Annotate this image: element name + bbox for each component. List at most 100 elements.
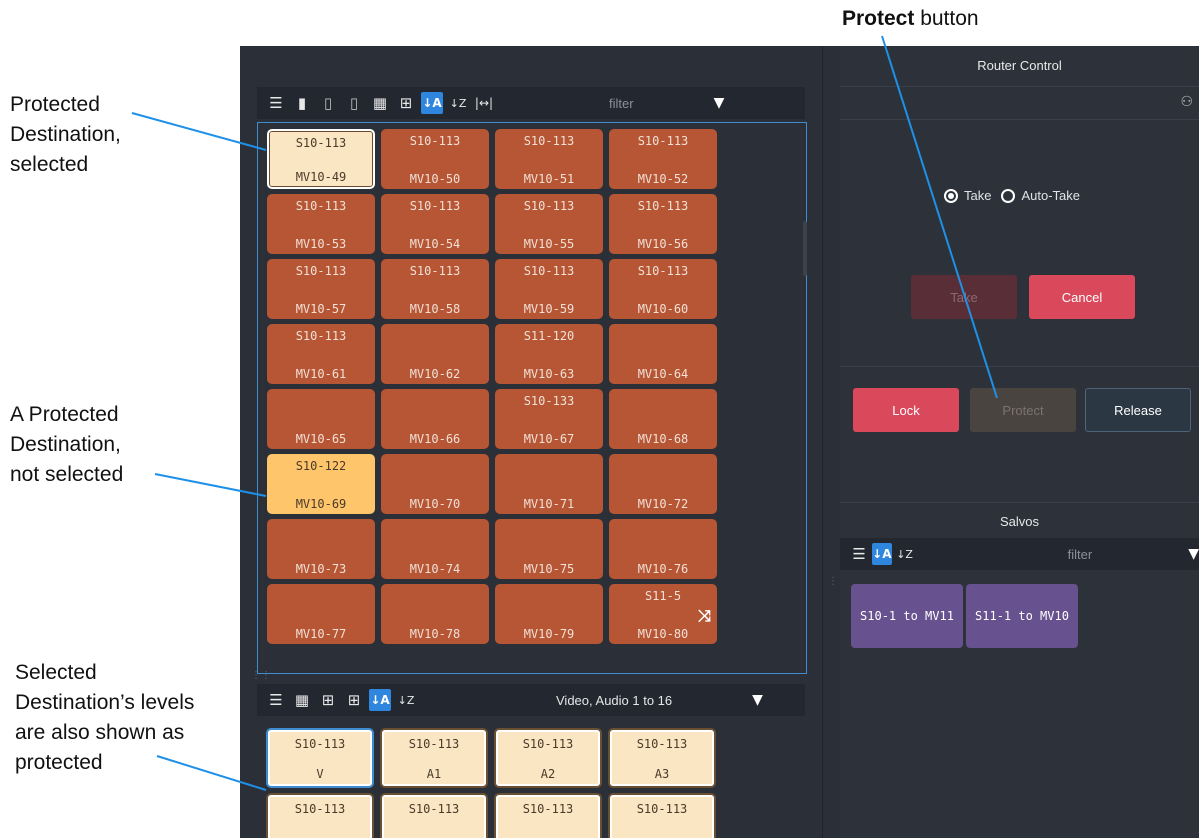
destination-name-label: MV10-59 [523,302,575,316]
level-tile[interactable]: S10-113 A3 [608,728,716,788]
destination-tile[interactable]: S10-133 MV10-67 [495,389,603,449]
destination-tile[interactable]: S10-113 MV10-51 [495,129,603,189]
destination-tile[interactable]: MV10-77 [267,584,375,644]
large-tiles-icon[interactable]: ▦ [369,92,391,114]
destination-tile[interactable]: MV10-62 [381,324,489,384]
release-button[interactable]: Release [1085,388,1191,432]
list-view-icon[interactable]: ☰ [265,92,287,114]
grid-tiles-icon[interactable]: ⊞ [343,689,365,711]
sort-a-z-icon[interactable]: ↓A [369,689,391,711]
destination-tile[interactable]: MV10-79 [495,584,603,644]
destination-tile[interactable]: S11-5 MV10-80 ⤨ [609,584,717,644]
destination-tile[interactable]: MV10-76 [609,519,717,579]
list-view-icon[interactable]: ☰ [265,689,287,711]
destination-tile[interactable]: S10-113 MV10-52 [609,129,717,189]
levels-filter-text[interactable]: Video, Audio 1 to 16 [556,693,672,708]
lock-button[interactable]: Lock [853,388,959,432]
protect-button[interactable]: Protect [970,388,1076,432]
destinations-filter-input[interactable]: filter [609,96,634,111]
filter-icon[interactable]: ▼ [752,692,763,708]
destination-tile[interactable]: MV10-68 [609,389,717,449]
destination-name-label: MV10-72 [637,497,689,511]
take-button[interactable]: Take [911,275,1017,319]
clipboard-info-icon[interactable]: ▯ [343,92,365,114]
panel-separator[interactable]: ⋮ [822,46,842,838]
fit-width-icon[interactable]: |↔| [473,92,495,114]
destination-tile[interactable]: S10-113 MV10-50 [381,129,489,189]
document-icon[interactable]: ▮ [291,92,313,114]
salvo-button[interactable]: S10-1 to MV11 [851,584,963,648]
destination-tile[interactable]: S10-113 MV10-61 [267,324,375,384]
sort-a-z-icon[interactable]: ↓A [421,92,443,114]
take-radio-label[interactable]: Take [964,188,991,203]
salvo-button[interactable]: S11-1 to MV10 [966,584,1078,648]
destination-tile[interactable]: S11-120 MV10-63 [495,324,603,384]
destination-tile[interactable]: S10-113 MV10-59 [495,259,603,319]
annotation-levels-protected: Selected Destination’s levels are also s… [15,658,194,778]
level-tile[interactable]: S10-113 [608,793,716,838]
level-name-label: A3 [654,767,670,781]
destination-source-label: S10-113 [637,199,689,213]
level-name-label: V [316,767,324,781]
level-source-label: S10-113 [522,737,574,751]
destination-name-label: MV10-57 [295,302,347,316]
destination-tile[interactable]: MV10-78 [381,584,489,644]
destination-tile[interactable]: MV10-66 [381,389,489,449]
destination-tile[interactable]: MV10-70 [381,454,489,514]
destination-tile[interactable]: MV10-71 [495,454,603,514]
destination-tile[interactable]: S10-113 MV10-53 [267,194,375,254]
level-tile[interactable]: S10-113 [380,793,488,838]
destination-tile[interactable]: S10-113 MV10-55 [495,194,603,254]
level-tile[interactable]: S10-113 A1 [380,728,488,788]
destination-tile[interactable]: MV10-75 [495,519,603,579]
destination-tile[interactable]: MV10-65 [267,389,375,449]
annotation-line: not selected [10,463,124,486]
destination-name-label: MV10-71 [523,497,575,511]
destination-tile[interactable]: S10-113 MV10-49 [267,129,375,189]
destination-tile[interactable]: S10-122 MV10-69 [267,454,375,514]
destination-tile[interactable]: S10-113 MV10-54 [381,194,489,254]
level-tile[interactable]: S10-113 [494,793,602,838]
level-tile[interactable]: S10-113 V [266,728,374,788]
level-tile[interactable]: S10-113 A2 [494,728,602,788]
destination-tile[interactable]: S10-113 MV10-58 [381,259,489,319]
destination-tile[interactable]: S10-113 MV10-56 [609,194,717,254]
crosspoint-icon: ⤨ [698,606,711,625]
splitter-handle[interactable]: ⋮⋮ [251,670,271,681]
destination-name-label: MV10-51 [523,172,575,186]
filter-icon[interactable]: ▼ [714,95,725,111]
destination-tile[interactable]: MV10-64 [609,324,717,384]
filter-icon[interactable]: ▼ [1188,546,1199,562]
binoculars-icon[interactable]: ⚇ [1180,94,1193,110]
auto-take-radio-label[interactable]: Auto-Take [1021,188,1080,203]
auto-take-radio-icon[interactable] [1001,188,1016,203]
clipboard-icon[interactable]: ▯ [317,92,339,114]
level-tile[interactable]: S10-113 [266,793,374,838]
sort-z-a-icon[interactable]: ↓Z [395,689,417,711]
destination-name-label: MV10-52 [637,172,689,186]
small-tiles-icon[interactable]: ⊞ [395,92,417,114]
destinations-scrollbar[interactable] [803,221,807,276]
annotation-line: Destination, [10,433,121,456]
sort-z-a-icon[interactable]: ↓Z [447,92,469,114]
destination-name-label: MV10-78 [409,627,461,641]
small-tiles-icon[interactable]: ⊞ [317,689,339,711]
destination-tile[interactable]: S10-113 MV10-57 [267,259,375,319]
list-view-icon[interactable]: ☰ [850,543,868,565]
destination-tile[interactable]: MV10-72 [609,454,717,514]
divider [840,366,1199,367]
levels-toolbar: ☰ ▦ ⊞ ⊞ ↓A ↓Z Video, Audio 1 to 16 ▼ [257,684,805,716]
destination-tile[interactable]: MV10-73 [267,519,375,579]
cancel-button[interactable]: Cancel [1029,275,1135,319]
level-source-label: S10-113 [636,802,688,816]
router-control-header-bar: ⚇ [840,86,1199,120]
sort-a-z-icon[interactable]: ↓A [872,543,892,565]
destination-tile[interactable]: MV10-74 [381,519,489,579]
destination-tile[interactable]: S10-113 MV10-60 [609,259,717,319]
sort-z-a-icon[interactable]: ↓Z [896,543,914,565]
level-source-label: S10-113 [294,737,346,751]
large-tiles-icon[interactable]: ▦ [291,689,313,711]
destination-name-label: MV10-63 [523,367,575,381]
salvos-filter-input[interactable]: filter [1068,547,1093,562]
take-radio-icon[interactable] [944,188,958,203]
